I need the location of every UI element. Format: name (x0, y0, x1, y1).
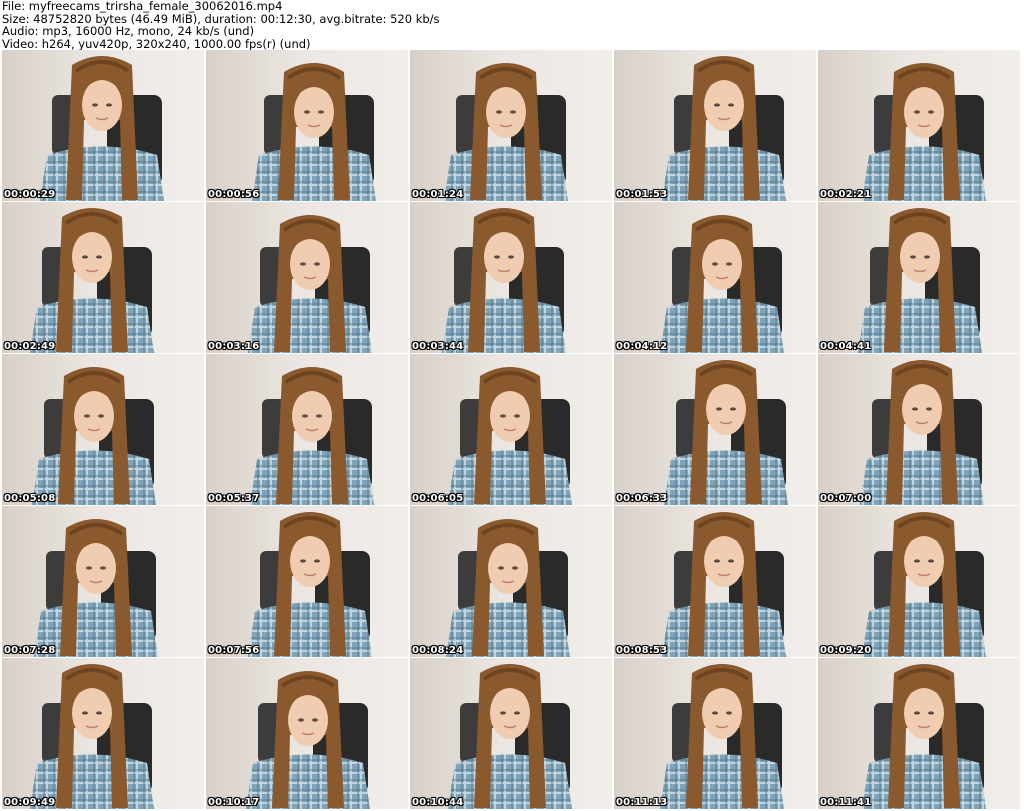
timestamp-label: 00:03:44 (412, 341, 464, 352)
timestamp-label: 00:07:28 (4, 645, 56, 656)
frame-image (662, 512, 786, 657)
timestamp-label: 00:05:08 (4, 493, 56, 504)
frame-image (32, 367, 156, 505)
video-frame-thumbnail[interactable]: 00:04:41 (818, 202, 1020, 353)
timestamp-label: 00:06:33 (616, 493, 668, 504)
video-frame-thumbnail[interactable]: 00:05:08 (2, 354, 204, 505)
video-frame-thumbnail[interactable]: 00:07:56 (206, 506, 408, 657)
frame-image (40, 56, 164, 201)
frame-image (662, 56, 786, 201)
frame-image (860, 360, 984, 505)
frame-image (862, 664, 986, 809)
video-frame-thumbnail[interactable]: 00:10:17 (206, 658, 408, 809)
file-info-header: File: myfreecams_trirsha_female_30062016… (0, 0, 1024, 50)
frame-image (246, 671, 370, 809)
frame-image (30, 664, 154, 809)
frame-image (664, 360, 788, 505)
timestamp-label: 00:07:00 (820, 493, 872, 504)
frame-image (660, 664, 784, 809)
video-frame-thumbnail[interactable]: 00:01:53 (614, 50, 816, 201)
timestamp-label: 00:06:05 (412, 493, 464, 504)
video-frame-thumbnail[interactable]: 00:09:49 (2, 658, 204, 809)
frame-image (30, 208, 154, 353)
thumbnail-grid: 00:00:29 00:00:56 00:01:24 00:01:53 00:0… (0, 50, 1024, 811)
video-frame-thumbnail[interactable]: 00:06:05 (410, 354, 612, 505)
timestamp-label: 00:04:12 (616, 341, 668, 352)
video-frame-thumbnail[interactable]: 00:01:24 (410, 50, 612, 201)
frame-image (448, 367, 572, 505)
video-frame-thumbnail[interactable]: 00:03:44 (410, 202, 612, 353)
video-frame-thumbnail[interactable]: 00:06:33 (614, 354, 816, 505)
timestamp-label: 00:09:49 (4, 797, 56, 808)
video-frame-thumbnail[interactable]: 00:07:00 (818, 354, 1020, 505)
timestamp-label: 00:02:21 (820, 189, 872, 200)
frame-image (862, 63, 986, 201)
timestamp-label: 00:02:49 (4, 341, 56, 352)
frame-image (248, 215, 372, 353)
video-frame-thumbnail[interactable]: 00:11:41 (818, 658, 1020, 809)
timestamp-label: 00:10:17 (208, 797, 260, 808)
video-frame-thumbnail[interactable]: 00:09:20 (818, 506, 1020, 657)
video-frame-thumbnail[interactable]: 00:05:37 (206, 354, 408, 505)
timestamp-label: 00:01:53 (616, 189, 668, 200)
frame-image (444, 63, 568, 201)
video-frame-thumbnail[interactable]: 00:02:49 (2, 202, 204, 353)
frame-image (446, 519, 570, 657)
frame-image (862, 512, 986, 657)
frame-image (858, 208, 982, 353)
frame-image (250, 367, 374, 505)
video-frame-thumbnail[interactable]: 00:08:53 (614, 506, 816, 657)
video-frame-thumbnail[interactable]: 00:02:21 (818, 50, 1020, 201)
timestamp-label: 00:09:20 (820, 645, 872, 656)
video-frame-thumbnail[interactable]: 00:07:28 (2, 506, 204, 657)
frame-image (252, 63, 376, 201)
audio-info-line: Audio: mp3, 16000 Hz, mono, 24 kb/s (und… (2, 24, 255, 38)
file-name-line: File: myfreecams_trirsha_female_30062016… (2, 0, 283, 13)
timestamp-label: 00:03:16 (208, 341, 260, 352)
timestamp-label: 00:10:44 (412, 797, 464, 808)
timestamp-label: 00:08:53 (616, 645, 668, 656)
timestamp-label: 00:00:29 (4, 189, 56, 200)
timestamp-label: 00:07:56 (208, 645, 260, 656)
timestamp-label: 00:00:56 (208, 189, 260, 200)
frame-image (660, 215, 784, 353)
timestamp-label: 00:01:24 (412, 189, 464, 200)
video-frame-thumbnail[interactable]: 00:10:44 (410, 658, 612, 809)
timestamp-label: 00:05:37 (208, 493, 260, 504)
video-frame-thumbnail[interactable]: 00:08:24 (410, 506, 612, 657)
video-frame-thumbnail[interactable]: 00:11:13 (614, 658, 816, 809)
video-info-line: Video: h264, yuv420p, 320x240, 1000.00 f… (2, 36, 311, 51)
frame-image (248, 512, 372, 657)
timestamp-label: 00:08:24 (412, 645, 464, 656)
frame-image (442, 208, 566, 353)
timestamp-label: 00:04:41 (820, 341, 872, 352)
video-frame-thumbnail[interactable]: 00:00:56 (206, 50, 408, 201)
video-frame-thumbnail[interactable]: 00:03:16 (206, 202, 408, 353)
timestamp-label: 00:11:41 (820, 797, 872, 808)
video-frame-thumbnail[interactable]: 00:04:12 (614, 202, 816, 353)
frame-image (34, 519, 158, 657)
video-frame-thumbnail[interactable]: 00:00:29 (2, 50, 204, 201)
frame-image (448, 664, 572, 809)
timestamp-label: 00:11:13 (616, 797, 668, 808)
